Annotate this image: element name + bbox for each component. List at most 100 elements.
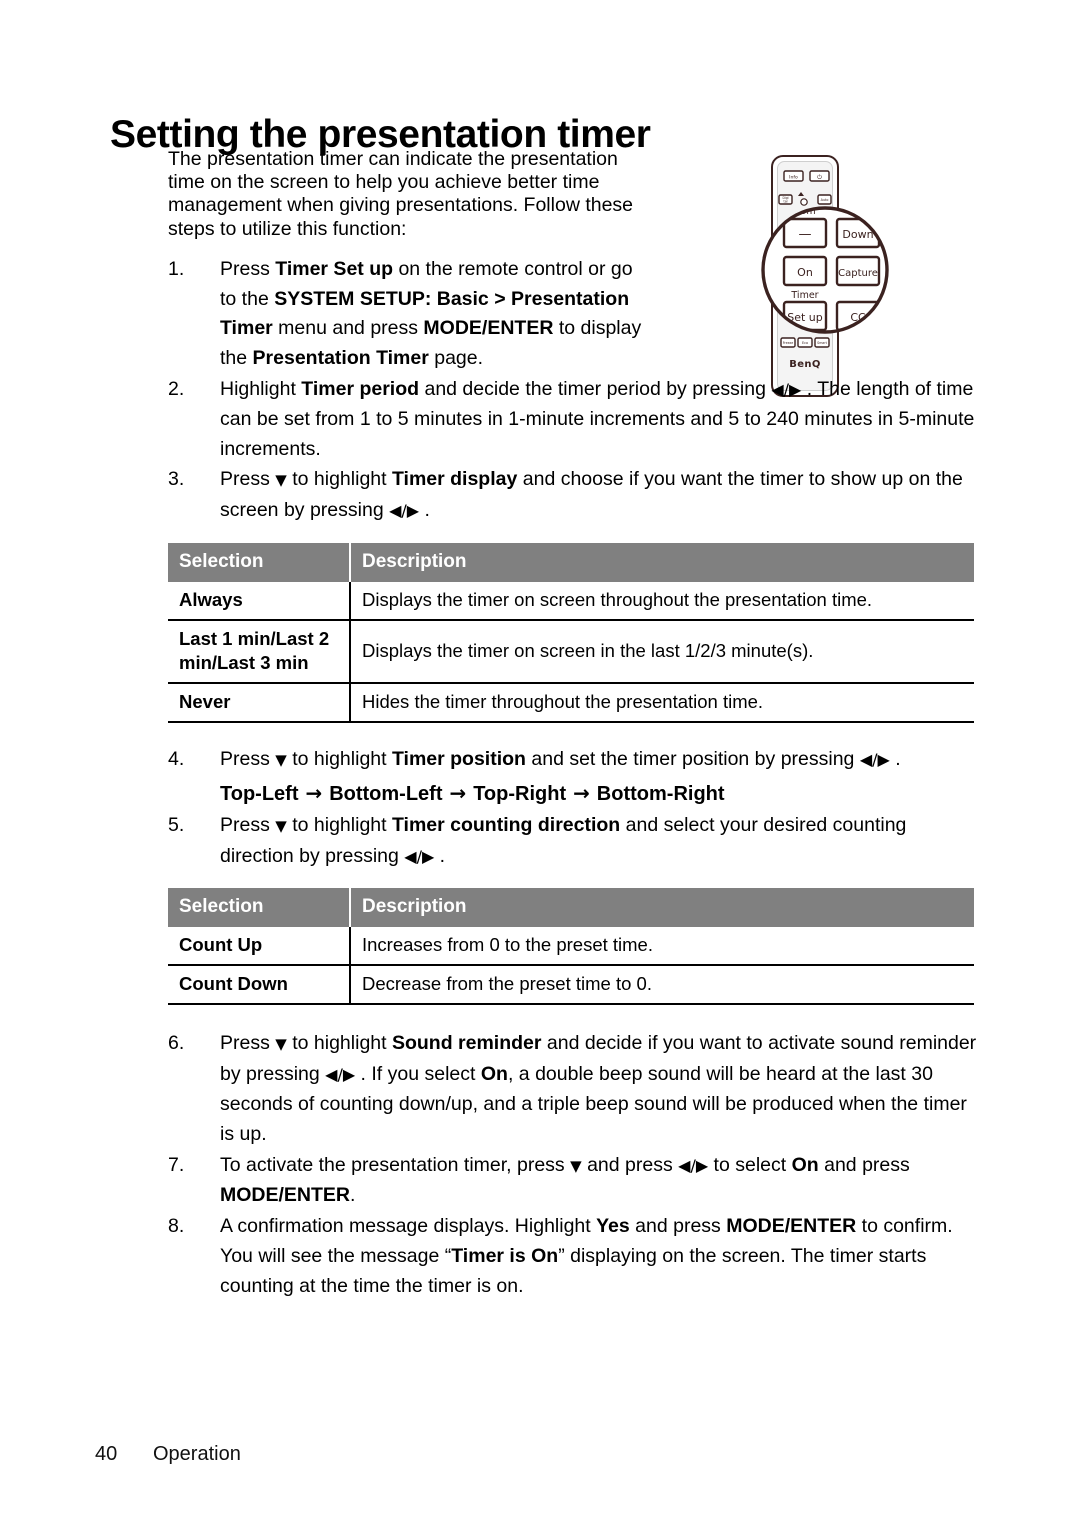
key-glyph-icon: ◀/▶ — [859, 749, 890, 769]
key-glyph-icon: ◀/▶ — [771, 380, 802, 399]
body-text: and press — [629, 1215, 727, 1238]
step-text: Press ▼ to highlight Timer counting dire… — [220, 811, 980, 872]
table-row: Last 1 min/Last 2 min/Last 3 min Displays… — [168, 619, 974, 683]
emphasis-text: Presentation Timer — [252, 347, 429, 370]
body-text: Press — [220, 813, 276, 836]
timer-position-option: Top-Left — [220, 782, 299, 805]
right-arrow-icon: → — [442, 780, 474, 805]
body-text: menu and press — [272, 317, 424, 340]
footer-page-number: 40 — [95, 1443, 118, 1465]
body-text: Press — [220, 1032, 276, 1055]
step-number: 8. — [168, 1215, 185, 1238]
body-text: to highlight — [286, 1032, 392, 1055]
manual-page: Setting the presentation timer Info ⏻ Di… — [0, 0, 1080, 1529]
step-number: 4. — [168, 747, 185, 770]
key-glyph-icon: ◀/▶ — [678, 1155, 709, 1175]
body-text: page. — [428, 347, 484, 370]
step-8: 8. A confirmation message displays. High… — [168, 1212, 980, 1301]
key-glyph-icon: ▼ — [275, 816, 287, 835]
emphasis-text: Sound reminder — [391, 1032, 542, 1055]
key-glyph-icon: ▼ — [275, 1035, 287, 1054]
emphasis-text: Yes — [596, 1215, 630, 1238]
timer-position-option: Top-Right — [473, 782, 567, 805]
body-text: A confirmation message displays. Highlig… — [220, 1215, 597, 1238]
intro-paragraph: The presentation timer can indicate the … — [168, 148, 634, 240]
step-number: 2. — [168, 378, 185, 400]
selection-cell: Count Down — [168, 965, 351, 1005]
body-text: . — [350, 1184, 356, 1207]
column-header: Selection — [168, 888, 351, 928]
table-row: Always Displays the timer on screen throu… — [168, 581, 974, 620]
body-text: Press — [220, 468, 276, 491]
step-5: 5. Press ▼ to highlight Timer counting d… — [168, 811, 980, 872]
body-text: . — [889, 747, 901, 770]
emphasis-text: On — [791, 1153, 819, 1176]
body-text: Highlight — [220, 378, 302, 400]
column-header: Description — [350, 542, 974, 582]
key-glyph-icon: ▼ — [275, 471, 287, 490]
description-cell: Hides the timer throughout the presentat… — [362, 690, 764, 712]
key-glyph-icon: ▼ — [570, 1156, 582, 1175]
selection-cell: Count Up — [168, 927, 351, 966]
emphasis-text: Timer position — [391, 747, 526, 770]
step-number: 1. — [168, 257, 185, 280]
timer-display-table-wrap: Selection Description Always Displays the … — [168, 542, 980, 723]
description-cell: Displays the timer on screen throughout … — [362, 588, 873, 610]
step-text: Press ▼ to highlight Timer display and c… — [220, 465, 980, 526]
step-7: 7. To activate the presentation timer, p… — [168, 1151, 980, 1212]
counting-direction-table: Selection Description Count Up Increases f… — [168, 888, 974, 1005]
emphasis-text: Timer display — [391, 468, 518, 491]
timer-display-table: Selection Description Always Displays the … — [168, 542, 974, 723]
step-number: 7. — [168, 1153, 185, 1176]
body-text: to highlight — [286, 747, 392, 770]
page-footer: 40 Operation — [95, 1443, 241, 1466]
right-arrow-icon: → — [298, 780, 330, 805]
table-row: Count Down Decrease from the preset time … — [168, 965, 974, 1005]
table-header-row: Selection Description — [168, 542, 974, 582]
key-glyph-icon: ▼ — [275, 750, 287, 769]
step-number: 3. — [168, 468, 185, 491]
column-header: Description — [350, 888, 974, 928]
step-2: 2. Highlight Timer period and decide the… — [168, 375, 980, 464]
table-row: Count Up Increases from 0 to the preset t… — [168, 927, 974, 966]
step-text: Press ▼ to highlight Timer position and … — [220, 745, 980, 776]
emphasis-text: Timer Set up — [275, 257, 394, 280]
footer-section-label: Operation — [153, 1443, 241, 1465]
body-text: to highlight — [286, 813, 392, 836]
emphasis-text: MODE/ENTER — [220, 1184, 351, 1207]
step-text: Press Timer Set up on the remote control… — [220, 255, 650, 374]
body-text: . — [434, 844, 446, 867]
selection-cell: Always — [168, 581, 351, 620]
emphasis-text: On — [480, 1063, 508, 1086]
body-text: and press — [818, 1153, 910, 1176]
body-text: and decide the timer period by pressing — [419, 378, 772, 400]
sequence-indent — [168, 777, 220, 810]
body-text: Press — [220, 257, 276, 280]
key-glyph-icon: ◀/▶ — [325, 1065, 356, 1085]
step-number: 6. — [168, 1032, 185, 1055]
timer-position-option: Bottom-Right — [596, 782, 725, 805]
description-cell: Decrease from the preset time to 0. — [362, 973, 652, 995]
column-header: Selection — [168, 542, 351, 582]
step-1: 1. Press Timer Set up on the remote cont… — [168, 255, 980, 374]
selection-cell: Never — [168, 682, 351, 722]
table-header-row: Selection Description — [168, 888, 974, 928]
description-cell: Displays the timer on screen in the last… — [362, 639, 814, 661]
body-text: . — [419, 499, 430, 522]
body-text: to highlight — [286, 468, 392, 491]
right-arrow-icon: → — [566, 780, 597, 805]
body-text: To activate the presentation timer, pres… — [220, 1153, 571, 1176]
timer-position-option: Bottom-Left — [329, 782, 443, 805]
body-text: to select — [708, 1153, 792, 1176]
step-text: Highlight Timer period and decide the ti… — [220, 375, 980, 464]
emphasis-text: MODE/ENTER — [726, 1215, 857, 1238]
emphasis-text: Timer period — [301, 378, 420, 400]
content-column: The presentation timer can indicate the … — [168, 148, 980, 1303]
key-glyph-icon: ◀/▶ — [404, 846, 435, 866]
step-text: Press ▼ to highlight Sound reminder and … — [220, 1029, 980, 1149]
counting-direction-table-wrap: Selection Description Count Up Increases f… — [168, 888, 980, 1005]
step-text: A confirmation message displays. Highlig… — [220, 1212, 980, 1301]
emphasis-text: Timer is On — [451, 1244, 559, 1267]
emphasis-text: Timer counting direction — [391, 813, 621, 836]
step-text: To activate the presentation timer, pres… — [220, 1151, 980, 1212]
